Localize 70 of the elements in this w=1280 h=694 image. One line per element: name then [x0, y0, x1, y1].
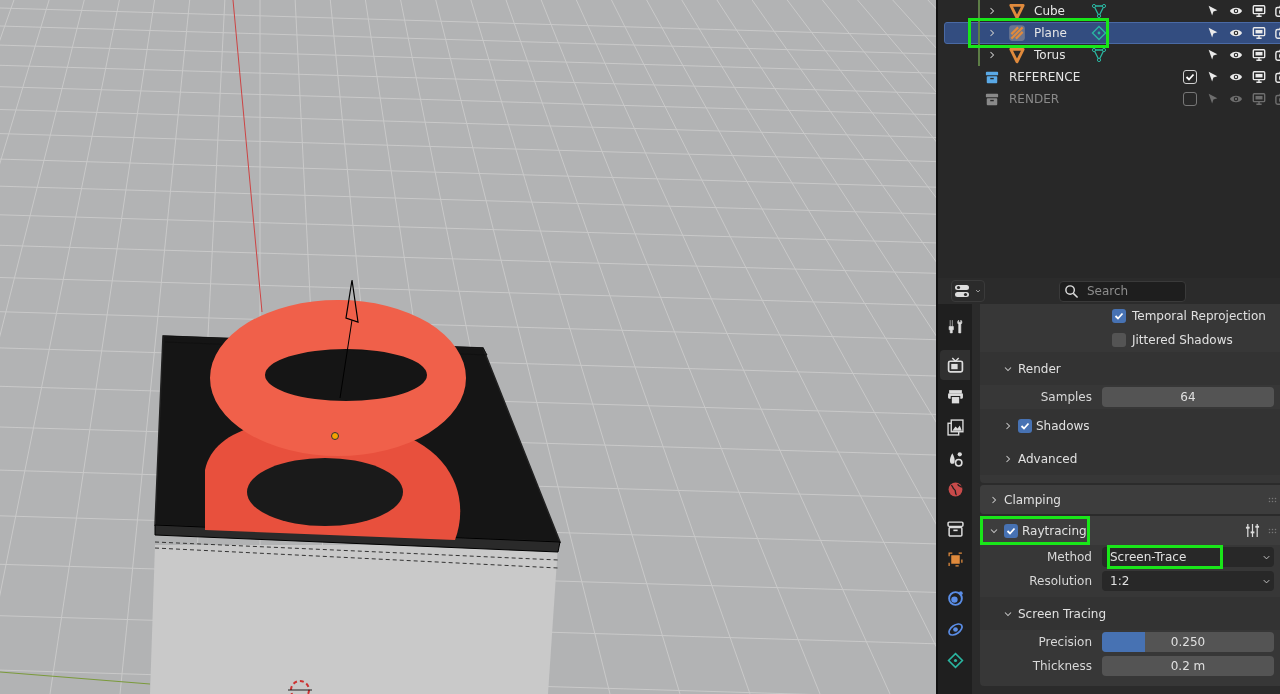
tool-icon: [946, 317, 964, 335]
subpanel-title[interactable]: Screen Tracing: [1018, 604, 1107, 623]
slider-field[interactable]: 0.250: [1102, 632, 1274, 652]
search-icon: [1064, 283, 1079, 299]
render-camera-icon: [946, 356, 964, 374]
collection-box-icon[interactable]: [985, 70, 999, 84]
sliders-icon[interactable]: [1245, 523, 1260, 538]
subpanel-header[interactable]: Render: [980, 352, 1280, 385]
mesh-object-icon: [1008, 2, 1026, 20]
monitor-icon[interactable]: [1252, 70, 1266, 84]
field-label: Samples: [1039, 389, 1093, 406]
field-label: Thickness: [1031, 658, 1093, 675]
object-name[interactable]: Plane: [1034, 24, 1091, 42]
subpanel-header[interactable]: Screen Tracing: [980, 597, 1280, 630]
box-icon: [946, 519, 964, 537]
caret-icon: [974, 287, 982, 295]
toggle-icon: [954, 283, 970, 299]
checkmark-icon: [1020, 420, 1030, 431]
field-label: Resolution: [1028, 573, 1093, 590]
number-field[interactable]: 64: [1102, 387, 1274, 407]
collection-name[interactable]: RENDER: [1009, 90, 1060, 108]
collection-name[interactable]: REFERENCE: [1009, 68, 1081, 86]
outliner-row[interactable]: Torus: [944, 44, 1280, 66]
mesh-data-icon[interactable]: [1091, 47, 1107, 63]
number-field[interactable]: 0.2 m: [1102, 656, 1274, 676]
empty-data-icon[interactable]: [1091, 25, 1107, 41]
outliner-row[interactable]: REFERENCE: [944, 66, 1280, 88]
orbit-icon: [946, 620, 964, 638]
diamond-icon: [946, 651, 964, 669]
cursor-3d-icon: [287, 680, 313, 694]
visibility-checkbox[interactable]: [1183, 92, 1197, 106]
checkmark-icon: [1114, 311, 1124, 321]
subpanel-title[interactable]: Render: [1018, 359, 1061, 378]
dropdown-field[interactable]: 1:2: [1102, 571, 1274, 591]
outliner-row[interactable]: RENDER: [944, 88, 1280, 110]
checkmark-icon: [1185, 72, 1195, 82]
object-square-icon: [946, 550, 964, 568]
checkbox[interactable]: [1112, 333, 1126, 347]
object-name[interactable]: Torus: [1034, 46, 1091, 64]
panel-header[interactable]: Raytracing: [980, 516, 1280, 545]
mesh-data-icon[interactable]: [1091, 3, 1107, 19]
search-field[interactable]: Search: [1059, 280, 1186, 302]
collection-box-icon[interactable]: [985, 92, 999, 106]
subpanel-header[interactable]: Shadows: [980, 409, 1280, 442]
field-label: Method: [1046, 549, 1093, 566]
monitor-icon[interactable]: [1252, 26, 1266, 40]
checkbox-label: Temporal Reprojection: [1132, 308, 1266, 325]
checkbox[interactable]: [1112, 309, 1126, 323]
editor-type-button[interactable]: [951, 280, 985, 302]
subpanel-title[interactable]: Advanced: [1018, 449, 1078, 468]
field-label: Precision: [1037, 634, 1093, 651]
object-name[interactable]: Cube: [1034, 2, 1091, 20]
monitor-icon[interactable]: [1252, 4, 1266, 18]
image-stack-icon: [946, 418, 964, 436]
checkbox-label: Jittered Shadows: [1132, 332, 1233, 349]
monitor-icon[interactable]: [1252, 48, 1266, 62]
properties-tab[interactable]: [940, 350, 970, 380]
printer-icon: [946, 387, 964, 405]
subpanel-header[interactable]: Advanced: [980, 442, 1280, 475]
subpanel-title[interactable]: Shadows: [1036, 416, 1090, 435]
checkmark-icon: [1006, 525, 1016, 536]
panel-title[interactable]: Clamping: [1004, 490, 1061, 509]
dropdown-field[interactable]: Screen-Trace: [1102, 547, 1274, 567]
subpanel-checkbox[interactable]: [1018, 418, 1032, 433]
panel-checkbox[interactable]: [1004, 523, 1018, 538]
globe-icon: [946, 480, 964, 498]
panel-header[interactable]: Clamping: [980, 485, 1280, 514]
orbit-dot-icon: [946, 589, 964, 607]
plane-object-icon: [1008, 24, 1026, 42]
mesh-object-icon: [1008, 46, 1026, 64]
